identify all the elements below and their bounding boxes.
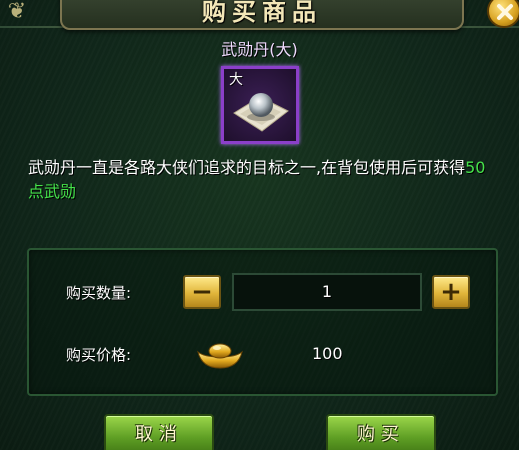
description-text: 武勋丹一直是各路大侠们追求的目标之一,在背包使用后可获得 [28,158,466,177]
dialog-title: 购买商品 [202,0,322,26]
plus-icon: + [440,277,462,307]
increase-quantity-button[interactable]: + [432,275,470,309]
title-bar: 购买商品 [60,0,464,30]
gold-ingot-icon [197,343,243,369]
decrease-quantity-button[interactable]: − [183,275,221,309]
cancel-button-label: 取消 [135,424,183,445]
price-label: 购买价格: [66,346,132,364]
purchase-form [27,248,498,396]
corner-ornament-icon: ❦ [7,0,27,24]
item-name: 武勋丹(大) [221,40,298,59]
quantity-input[interactable]: 1 [232,273,422,311]
buy-button[interactable]: 购买 [326,414,436,450]
close-icon [497,4,513,20]
purchase-dialog: 购买商品 ❦ 武勋丹(大) 大 武勋丹一直是各路大侠们追求的目标之一,在背包使用… [0,0,519,450]
close-button[interactable] [487,0,519,28]
item-description: 武勋丹一直是各路大侠们追求的目标之一,在背包使用后可获得50点武勋 [28,156,498,204]
quantity-label: 购买数量: [66,284,132,302]
item-slot[interactable]: 大 [221,66,299,144]
buy-button-label: 购买 [357,424,405,445]
price-value: 100 [312,344,343,363]
pearl-on-paper-icon [233,93,289,132]
cancel-button[interactable]: 取消 [104,414,214,450]
minus-icon: − [191,277,213,307]
